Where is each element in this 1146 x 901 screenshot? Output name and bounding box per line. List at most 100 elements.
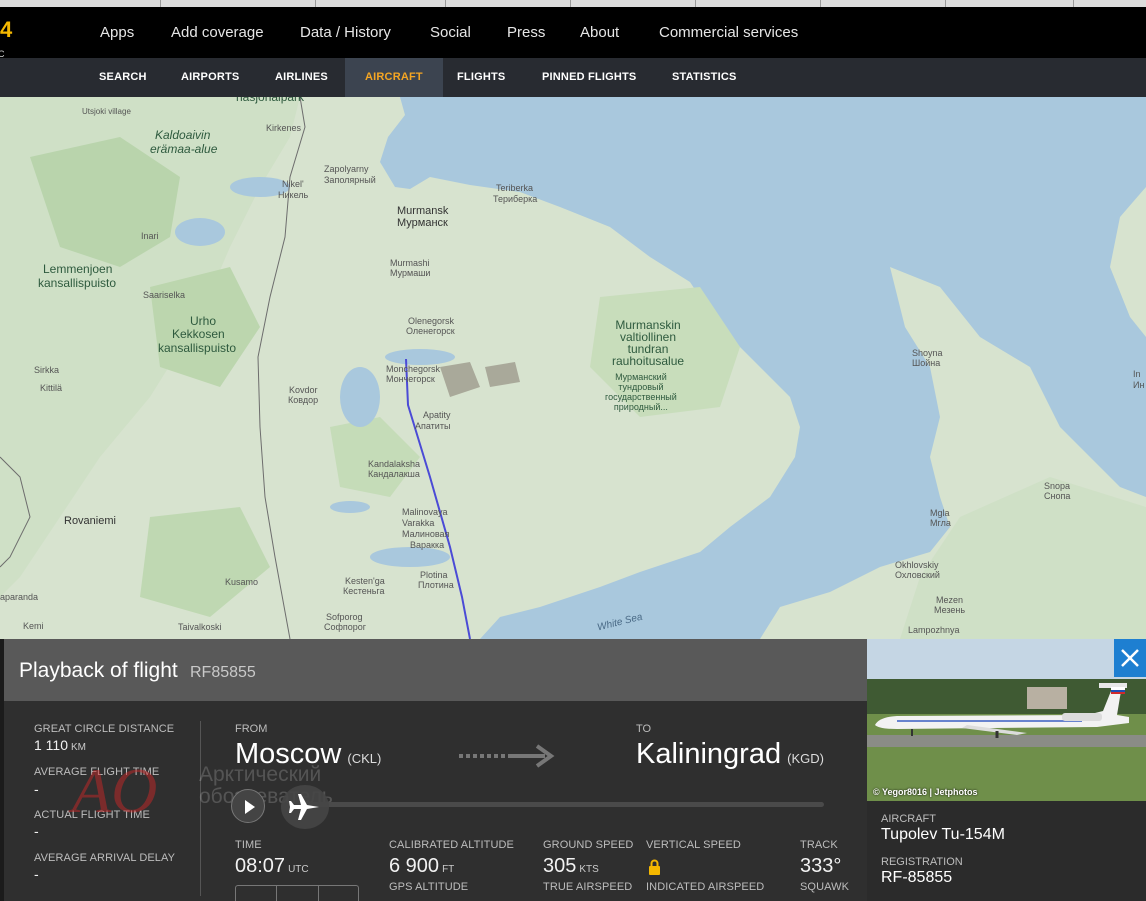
vertical-speed-label: VERTICAL SPEED — [646, 839, 741, 851]
close-button[interactable] — [1114, 639, 1146, 677]
map-label: Ковдор — [288, 395, 319, 405]
registration-value[interactable]: RF-85855 — [881, 869, 952, 887]
map-label: Sirkka — [34, 365, 60, 375]
map-label: kansallispuisto — [158, 341, 237, 355]
ground-speed-value: 305 KTS — [543, 855, 599, 877]
map-label: Shoyna — [912, 348, 943, 358]
avg-flight-time-value: - — [34, 781, 39, 797]
panel-divider — [200, 721, 201, 896]
actual-flight-time-value: - — [34, 823, 39, 839]
map-label: Снопа — [1044, 491, 1071, 501]
watermark-logo: AO — [68, 756, 157, 826]
map-label: Плотина — [418, 580, 454, 590]
subnav-airlines[interactable]: AIRLINES — [275, 58, 328, 97]
map-label: Мурманск — [397, 217, 448, 229]
aircraft-type-value[interactable]: Tupolev Tu-154M — [881, 826, 1005, 844]
route-arrow-icon — [459, 744, 555, 768]
close-icon — [1121, 649, 1139, 667]
flight-map[interactable]: nasjonalpark Utsjoki village Kirkenes Ka… — [0, 97, 1146, 639]
track-value: 333° — [800, 855, 842, 877]
playback-speed-buttons[interactable] — [235, 885, 359, 901]
map-label: Malinovaya — [402, 507, 448, 517]
from-city: Moscow (CKL) — [235, 738, 382, 770]
playback-timeline[interactable] — [304, 802, 824, 807]
map-label: Kekkosen — [172, 327, 225, 341]
map-label: Охловский — [895, 570, 940, 580]
svg-text:AO: AO — [68, 756, 157, 826]
map-label: Inari — [141, 231, 159, 241]
registration-label: REGISTRATION — [881, 856, 963, 868]
map-label: Kesten'ga — [345, 576, 385, 586]
map-label: Мурманский тундровый государственный при… — [605, 372, 677, 412]
map-label: Варакка — [410, 540, 445, 550]
map-label: Murmanskin valtiollinen tundran rauhoitu… — [612, 318, 685, 368]
avg-arrival-delay-label: AVERAGE ARRIVAL DELAY — [34, 852, 176, 864]
map-label: Kirkenes — [266, 123, 302, 133]
map-label: Utsjoki village — [82, 107, 131, 116]
browser-tab-strip — [0, 0, 1146, 7]
map-label: Никель — [278, 190, 309, 200]
timeline-handle[interactable] — [281, 785, 329, 829]
map-label: Кандалакша — [368, 469, 420, 479]
map-label: Заполярный — [324, 175, 376, 185]
map-label: Lampozhnya — [908, 625, 960, 635]
map-label: Murmashi — [390, 258, 430, 268]
subnav-aircraft[interactable]: AIRCRAFT — [345, 58, 443, 97]
map-label: Varakka — [402, 518, 435, 528]
map-label: Nikel' — [282, 179, 304, 189]
map-label: Мурмаши — [390, 268, 431, 278]
subnav-search[interactable]: SEARCH — [99, 58, 147, 97]
from-label: FROM — [235, 723, 268, 735]
map-label: Kaldoaivin — [155, 128, 211, 142]
to-label: TO — [636, 723, 652, 735]
avg-arrival-delay-value: - — [34, 866, 39, 882]
map-label: Sofporog — [326, 612, 363, 622]
nav-about[interactable]: About — [580, 24, 619, 41]
nav-social[interactable]: Social — [430, 24, 471, 41]
nav-data-history[interactable]: Data / History — [300, 24, 391, 41]
map-label: Шойна — [912, 358, 941, 368]
nav-add-coverage[interactable]: Add coverage — [171, 24, 264, 41]
nav-apps[interactable]: Apps — [100, 24, 134, 41]
map-label: Saariselka — [143, 290, 186, 300]
playback-panel: GREAT CIRCLE DISTANCE 1 110 KM AVERAGE FL… — [4, 701, 867, 901]
map-label: Kusamo — [225, 577, 259, 587]
map-label: Urho — [190, 314, 217, 328]
squawk-label: SQUAWK — [800, 881, 850, 893]
gps-altitude-label: GPS ALTITUDE — [389, 881, 469, 893]
subnav-flights[interactable]: FLIGHTS — [457, 58, 505, 97]
nav-press[interactable]: Press — [507, 24, 545, 41]
nav-commercial-services[interactable]: Commercial services — [659, 24, 798, 41]
map-label: Plotina — [420, 570, 448, 580]
calibrated-altitude-value: 6 900 FT — [389, 855, 455, 877]
plane-icon — [289, 794, 319, 820]
lock-icon — [649, 859, 660, 875]
main-nav: 4 C Apps Add coverage Data / History Soc… — [0, 7, 1146, 60]
subnav-airports[interactable]: AIRPORTS — [181, 58, 239, 97]
map-label: Rovaniemi — [64, 515, 116, 527]
photo-credit[interactable]: © Yegor8016 | Jetphotos — [873, 787, 978, 797]
play-button[interactable] — [231, 789, 265, 823]
map-label: Olenegorsk — [408, 316, 455, 326]
map-label: In — [1133, 369, 1141, 379]
map-label: Апатиты — [415, 421, 451, 431]
map-label: Monchegorsk — [386, 364, 441, 374]
playback-title: Playback of flight — [19, 659, 178, 682]
gcd-value: 1 110 KM — [34, 737, 86, 753]
map-label: Teriberka — [496, 183, 534, 193]
playback-flight-number: RF85855 — [190, 664, 256, 681]
subnav-pinned-flights[interactable]: PINNED FLIGHTS — [542, 58, 636, 97]
sub-nav: SEARCH AIRPORTS AIRLINES AIRCRAFT FLIGHT… — [0, 58, 1146, 97]
ground-speed-label: GROUND SPEED — [543, 839, 634, 851]
map-label: Ин — [1133, 380, 1145, 390]
track-label: TRACK — [800, 839, 838, 851]
aircraft-label: AIRCRAFT — [881, 813, 936, 825]
gcd-label: GREAT CIRCLE DISTANCE — [34, 723, 175, 735]
subnav-statistics[interactable]: STATISTICS — [672, 58, 737, 97]
indicated-airspeed-label: INDICATED AIRSPEED — [646, 881, 765, 893]
time-value: 08:07 UTC — [235, 855, 309, 877]
map-label: Mezen — [936, 595, 964, 605]
logo[interactable]: 4 C — [0, 19, 12, 60]
time-label: TIME — [235, 839, 262, 851]
aircraft-photo[interactable]: © Yegor8016 | Jetphotos — [867, 639, 1146, 801]
